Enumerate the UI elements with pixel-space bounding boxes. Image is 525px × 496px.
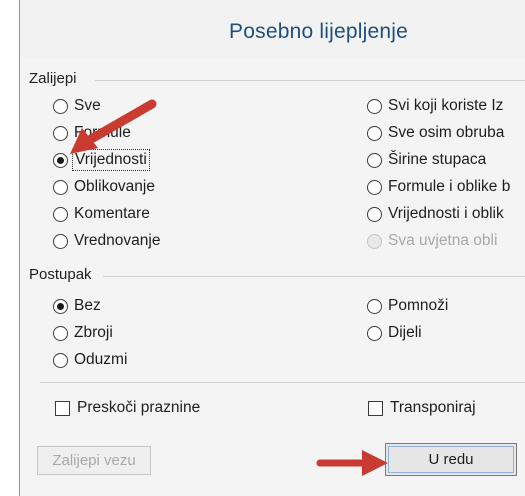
annotation-arrow-icon	[70, 99, 157, 154]
radio-label: Vrednovanje	[74, 232, 161, 249]
operation-section-label: Postupak	[29, 266, 92, 283]
radio-operation-subtract[interactable]: Oduzmi	[53, 349, 127, 371]
checkbox-label: Preskoči praznine	[77, 399, 201, 416]
radio-paste-all-except-borders[interactable]: Sve osim obruba	[367, 122, 504, 144]
radio-operation-multiply[interactable]: Pomnoži	[367, 295, 448, 317]
radio-indicator	[53, 206, 68, 222]
checkbox-divider	[40, 382, 525, 383]
radio-operation-add[interactable]: Zbroji	[53, 322, 113, 344]
radio-indicator	[367, 179, 382, 195]
radio-label: Oblikovanje	[74, 178, 155, 195]
radio-paste-formats[interactable]: Oblikovanje	[53, 176, 155, 198]
radio-paste-formulas-number-formats[interactable]: Formule i oblike b	[367, 176, 510, 198]
checkbox-indicator	[368, 400, 383, 416]
paste-section-label: Zalijepi	[29, 70, 77, 87]
radio-label: Oduzmi	[74, 351, 128, 368]
radio-label: Dijeli	[388, 324, 422, 341]
radio-label: Formule i oblike b	[388, 178, 511, 195]
checkbox-label: Transponiraj	[390, 399, 476, 416]
radio-operation-divide[interactable]: Dijeli	[367, 322, 422, 344]
radio-paste-all-source-theme[interactable]: Svi koji koriste Iz	[367, 95, 503, 117]
radio-label: Sva uvjetna obli	[388, 232, 498, 249]
radio-paste-values-number-formats[interactable]: Vrijednosti i oblik	[367, 203, 504, 225]
radio-label: Širine stupaca	[388, 151, 487, 168]
radio-label: Svi koji koriste Iz	[388, 97, 504, 114]
radio-paste-column-widths[interactable]: Širine stupaca	[367, 149, 486, 171]
paste-section-divider	[95, 80, 525, 81]
radio-label: Sve osim obruba	[388, 124, 505, 141]
radio-indicator	[53, 179, 68, 195]
radio-paste-comments[interactable]: Komentare	[53, 203, 150, 225]
radio-operation-none[interactable]: Bez	[53, 295, 101, 317]
radio-paste-conditional-formats: Sva uvjetna obli	[367, 230, 497, 252]
radio-indicator-selected	[53, 298, 68, 314]
operation-section-divider	[103, 276, 525, 277]
radio-indicator	[367, 206, 382, 222]
ok-button[interactable]: U redu	[385, 443, 517, 476]
checkbox-skip-blanks[interactable]: Preskoči praznine	[55, 397, 200, 419]
radio-label: Bez	[74, 297, 101, 314]
radio-indicator	[53, 233, 68, 249]
paste-link-button: Zalijepi vezu	[37, 446, 151, 475]
paste-link-label: Zalijepi vezu	[52, 452, 136, 469]
radio-indicator	[367, 152, 382, 168]
radio-label: Komentare	[74, 205, 150, 222]
radio-indicator	[367, 298, 382, 314]
radio-label: Pomnoži	[388, 297, 449, 314]
radio-indicator	[367, 233, 382, 249]
dialog-titlebar[interactable]: Posebno lijepljenje	[20, 0, 525, 59]
checkbox-indicator	[55, 400, 70, 416]
ok-button-focus-ring	[388, 446, 514, 473]
radio-label: Vrijednosti i oblik	[388, 205, 504, 222]
radio-label: Zbroji	[74, 324, 113, 341]
radio-indicator	[367, 325, 382, 341]
radio-indicator	[367, 125, 382, 141]
radio-indicator	[367, 98, 382, 114]
annotation-arrow-icon	[316, 450, 388, 476]
radio-indicator	[53, 352, 68, 368]
dialog-title: Posebno lijepljenje	[229, 20, 408, 43]
radio-indicator	[53, 325, 68, 341]
checkbox-transpose[interactable]: Transponiraj	[368, 397, 476, 419]
radio-paste-validation[interactable]: Vrednovanje	[53, 230, 160, 252]
